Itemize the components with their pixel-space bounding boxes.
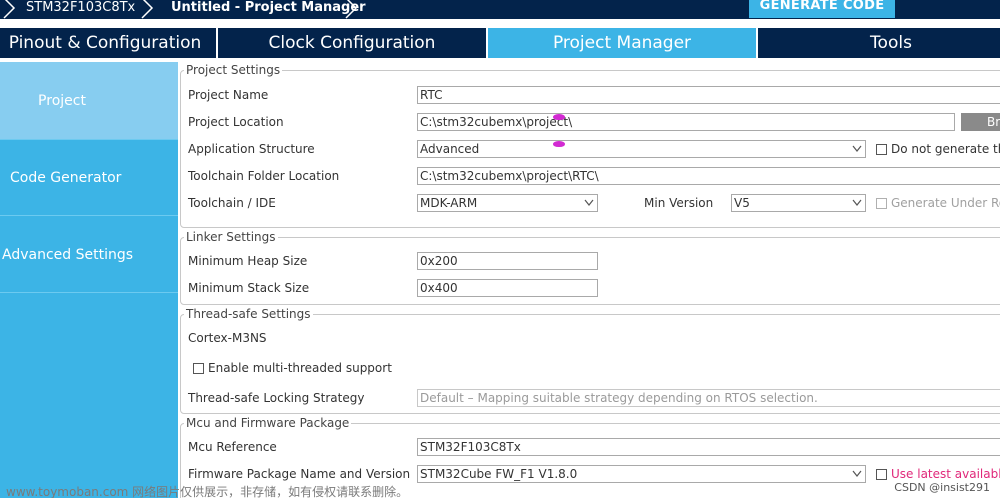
project-name-field[interactable]: RTC (417, 86, 1000, 104)
locking-strategy-select[interactable]: Default – Mapping suitable strategy depe… (417, 389, 1000, 407)
application-structure-value: Advanced (420, 142, 480, 156)
min-heap-size-field[interactable]: 0x200 (417, 252, 598, 270)
breadcrumb-device[interactable]: STM32F103C8Tx (26, 0, 135, 19)
toolchain-ide-value: MDK-ARM (420, 196, 478, 210)
sidebar-item-code-generator[interactable]: Code Generator (0, 140, 178, 216)
toolchain-folder-label: Toolchain Folder Location (188, 169, 340, 183)
sidebar-item-project[interactable]: Project (0, 62, 178, 140)
mcu-reference-label: Mcu Reference (188, 440, 277, 454)
min-version-select[interactable]: V5 (731, 194, 866, 212)
tab-project-manager[interactable]: Project Manager (488, 28, 756, 58)
main-tabs: Pinout & Configuration Clock Configurati… (0, 28, 1000, 58)
min-heap-size-label: Minimum Heap Size (188, 254, 308, 268)
pointer-marker-icon (553, 141, 565, 147)
linker-settings-group: Linker Settings Minimum Heap Size 0x200 … (180, 229, 1000, 305)
application-structure-label: Application Structure (188, 142, 315, 156)
firmware-package-value: STM32Cube FW_F1 V1.8.0 (420, 467, 578, 481)
project-settings-group: Project Settings Project Name RTC Projec… (180, 62, 1000, 228)
project-settings-panel: Project Settings Project Name RTC Projec… (180, 62, 1000, 498)
toolchain-ide-label: Toolchain / IDE (188, 196, 276, 210)
firmware-package-select[interactable]: STM32Cube FW_F1 V1.8.0 (417, 465, 866, 483)
group-title: Linker Settings (184, 229, 278, 245)
project-location-label: Project Location (188, 115, 284, 129)
tab-tools[interactable]: Tools (758, 28, 1000, 58)
core-label: Cortex-M3NS (188, 331, 267, 345)
chevron-right-icon (141, 0, 154, 19)
project-name-label: Project Name (188, 88, 269, 102)
min-version-label: Min Version (644, 196, 714, 210)
breadcrumb-project[interactable]: Untitled - Project Manager (171, 0, 366, 19)
min-stack-size-field[interactable]: 0x400 (417, 279, 598, 297)
tab-clock-configuration[interactable]: Clock Configuration (218, 28, 486, 58)
do-not-generate-checkbox[interactable] (876, 144, 887, 155)
toolchain-ide-select[interactable]: MDK-ARM (417, 194, 598, 212)
watermark-text: www.toymoban.com 网络图片仅供展示，非存储，如有侵权请联系删除。 (6, 485, 409, 498)
chevron-right-icon (345, 0, 358, 19)
use-latest-checkbox[interactable] (876, 469, 887, 480)
min-version-value: V5 (734, 196, 750, 210)
chevron-right-icon (3, 0, 16, 19)
sidebar: Project Code Generator Advanced Settings (0, 62, 178, 498)
sidebar-item-advanced-settings[interactable]: Advanced Settings (0, 217, 178, 293)
application-structure-select[interactable]: Advanced (417, 140, 866, 158)
group-title: Thread-safe Settings (184, 306, 313, 322)
credit-text: CSDN @insist291 (894, 481, 990, 494)
breadcrumb-bar: STM32F103C8Tx Untitled - Project Manager… (0, 0, 1000, 19)
min-stack-size-label: Minimum Stack Size (188, 281, 310, 295)
group-title: Project Settings (184, 62, 283, 78)
generate-code-button[interactable]: GENERATE CODE (749, 0, 895, 18)
generate-under-root-label: Generate Under Root (891, 196, 1000, 210)
group-title: Mcu and Firmware Package (184, 415, 352, 431)
browse-button[interactable]: Bro (961, 113, 1000, 131)
stm32cubemx-window: STM32F103C8Tx Untitled - Project Manager… (0, 0, 1000, 498)
thread-safe-settings-group: Thread-safe Settings Cortex-M3NS Enable … (180, 306, 1000, 414)
multi-threaded-label: Enable multi-threaded support (208, 361, 392, 375)
chevron-down-icon (852, 145, 862, 152)
multi-threaded-checkbox[interactable] (193, 363, 204, 374)
chevron-down-icon (852, 199, 862, 206)
locking-strategy-label: Thread-safe Locking Strategy (188, 391, 365, 405)
chevron-down-icon (852, 470, 862, 477)
mcu-reference-field: STM32F103C8Tx (417, 438, 1000, 456)
do-not-generate-label: Do not generate the r (891, 142, 1000, 156)
tab-pinout-configuration[interactable]: Pinout & Configuration (0, 28, 216, 58)
pointer-marker-icon (553, 114, 565, 120)
generate-under-root-checkbox[interactable] (876, 198, 887, 209)
chevron-down-icon (584, 199, 594, 206)
project-location-field[interactable]: C:\stm32cubemx\project\ (417, 113, 955, 131)
firmware-package-label: Firmware Package Name and Version (188, 467, 411, 481)
toolchain-folder-field[interactable]: C:\stm32cubemx\project\RTC\ (417, 167, 1000, 185)
